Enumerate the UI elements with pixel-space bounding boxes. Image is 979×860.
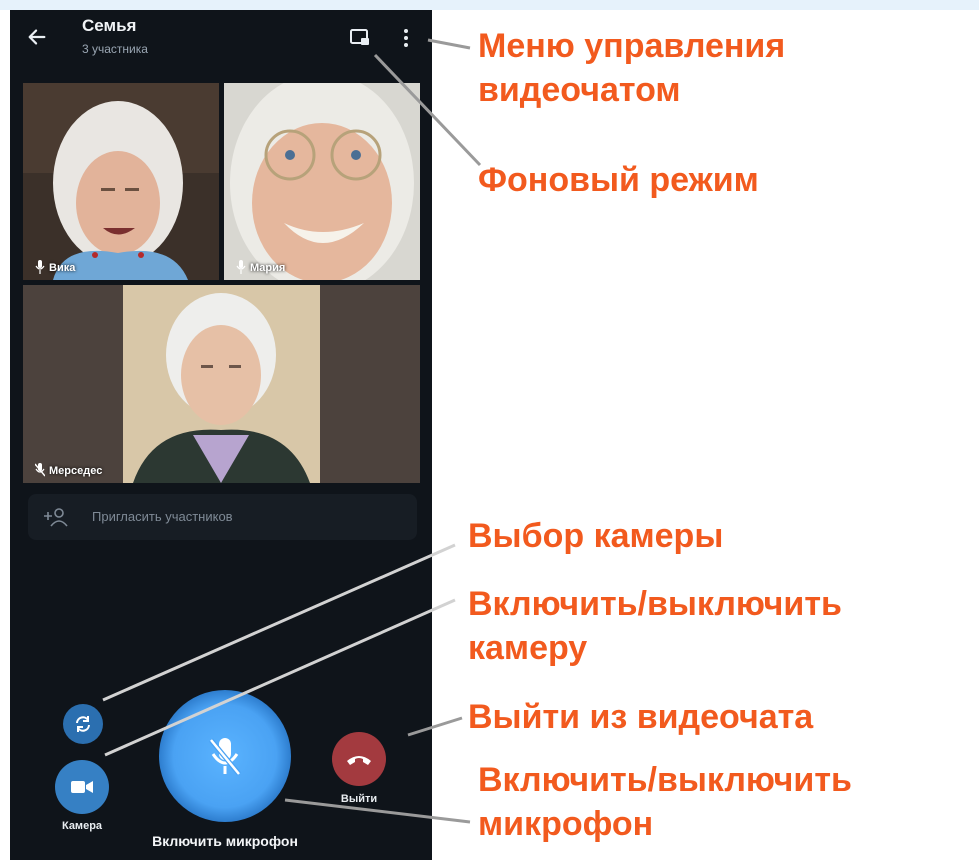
annotation-camera-toggle: Включить/выключить камеру (468, 582, 842, 670)
leader-line-exit (407, 716, 463, 737)
annotation-mic-toggle: Включить/выключить микрофон (478, 758, 852, 846)
leader-line-background-mode (373, 53, 482, 167)
leader-line-mic (284, 798, 471, 824)
leader-line-menu (427, 38, 471, 50)
annotation-camera-toggle-line-1: Включить/выключить (468, 585, 842, 623)
annotation-mic-toggle-line-1: Включить/выключить (478, 761, 852, 799)
annotation-menu-line-2: видеочатом (478, 71, 681, 109)
annotation-menu-line-1: Меню управления (478, 27, 786, 65)
annotation-camera-toggle-line-2: камеру (468, 629, 588, 667)
annotation-background-mode: Фоновый режим (478, 161, 759, 199)
annotation-mic-toggle-line-2: микрофон (478, 805, 654, 843)
annotation-camera-select: Выбор камеры (468, 517, 724, 555)
annotation-exit: Выйти из видеочата (468, 698, 814, 736)
annotation-menu: Меню управления видеочатом (478, 24, 785, 112)
